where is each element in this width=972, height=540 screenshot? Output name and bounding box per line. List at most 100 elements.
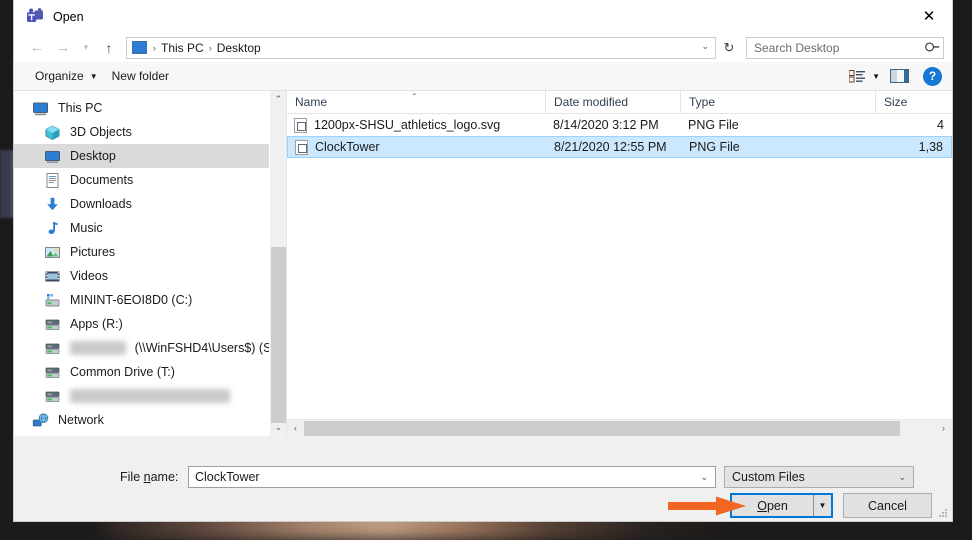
network-drive-icon [44,316,61,333]
horizontal-scroll-track[interactable] [304,420,935,437]
close-icon[interactable]: ✕ [906,0,952,33]
teams-icon [26,8,44,26]
back-icon[interactable]: ← [24,36,50,60]
column-header-size[interactable]: Size [875,91,952,113]
documents-icon [44,172,61,189]
sidebar-item-desktop[interactable]: Desktop [14,144,286,168]
sidebar-label: This PC [58,101,102,115]
pictures-icon [44,244,61,261]
column-header-date-modified[interactable]: Date modified [545,91,680,113]
footer-button-row: Open ▼ Cancel [0,493,972,518]
open-file-dialog: Open ✕ ← → ▾ ↑ › This PC › Desktop ⌄ ↻ S… [13,0,953,522]
search-input[interactable]: Search Desktop [754,41,926,55]
sidebar-item-user-share-s[interactable]: username (\\WinFSHD4\Users$) (S:) [14,336,286,360]
column-label-size: Size [884,95,907,109]
dialog-body: This PC 3D Objects Desktop Documents [14,91,952,436]
sidebar-item-videos[interactable]: Videos [14,264,286,288]
recent-locations-chevron-down-icon[interactable]: ▾ [76,36,96,60]
search-box[interactable]: Search Desktop [746,37,944,59]
address-bar[interactable]: › This PC › Desktop ⌄ [126,37,716,59]
3d-objects-icon [44,124,61,141]
cancel-button[interactable]: Cancel [843,493,932,518]
downloads-icon [44,196,61,213]
file-type-dropdown[interactable]: Custom Files ⌄ [724,466,914,488]
file-size-cell: 4 [875,118,952,132]
horizontal-scrollbar-thumb[interactable] [304,421,900,436]
file-list-horizontal-scrollbar[interactable]: ‹ › [287,419,952,436]
sidebar-label: Network [58,413,104,427]
column-label-type: Type [689,95,715,109]
refresh-icon[interactable]: ↻ [718,37,740,59]
sidebar-item-redacted-drive[interactable]: Redacted Network Drive (U:) [14,384,286,408]
sidebar-item-downloads[interactable]: Downloads [14,192,286,216]
command-bar: Organize ▼ New folder ▼ ? [14,62,952,91]
this-pc-icon [32,100,49,117]
open-split-chevron-down-icon[interactable]: ▼ [814,495,831,516]
column-header-row: Name ⌃ Date modified Type Size [287,91,952,114]
sidebar-label: MININT-6EOI8D0 (C:) [70,293,192,307]
table-row[interactable]: ClockTower 8/21/2020 12:55 PM PNG File 1… [287,136,952,158]
navigation-bar: ← → ▾ ↑ › This PC › Desktop ⌄ ↻ Search D… [14,33,952,62]
sidebar-label: Desktop [70,149,116,163]
organize-button[interactable]: Organize ▼ [28,65,105,87]
file-rows: 1200px-SHSU_athletics_logo.svg 8/14/2020… [287,114,952,419]
file-list-pane: Name ⌃ Date modified Type Size 1200px [286,91,952,436]
scroll-up-icon[interactable]: ⌃ [270,91,286,108]
sidebar-label: Documents [70,173,133,187]
sort-ascending-icon: ⌃ [411,92,418,101]
file-name-input[interactable]: ClockTower ⌄ [188,466,716,488]
file-name-chevron-down-icon[interactable]: ⌄ [700,472,711,483]
scroll-left-icon[interactable]: ‹ [287,420,304,437]
sidebar-vertical-scrollbar[interactable]: ⌃ ⌄ [269,91,286,436]
column-label-name: Name [295,95,327,109]
sidebar-label: Apps (R:) [70,317,123,331]
sidebar-item-apps-r[interactable]: Apps (R:) [14,312,286,336]
chevron-down-icon: ▼ [90,72,98,81]
sidebar-label: (\\WinFSHD4\Users$) (S:) [135,341,279,355]
footer-field-row: ClockTower ⌄ Custom Files ⌄ [0,466,972,488]
column-label-date: Date modified [554,95,628,109]
address-chevron-down-icon[interactable]: ⌄ [701,41,709,52]
column-header-name[interactable]: Name ⌃ [287,91,545,113]
sidebar-item-documents[interactable]: Documents [14,168,286,192]
breadcrumb-desktop[interactable]: Desktop [215,41,263,55]
sidebar-scrollbar-thumb[interactable] [271,247,286,423]
sidebar-item-network[interactable]: Network [14,408,286,432]
forward-icon[interactable]: → [50,36,76,60]
preview-pane-button[interactable] [885,66,914,86]
file-name-cell: ClockTower [288,140,546,155]
sidebar-label: 3D Objects [70,125,132,139]
table-row[interactable]: 1200px-SHSU_athletics_logo.svg 8/14/2020… [287,114,952,136]
change-view-button[interactable]: ▼ [844,67,885,86]
scroll-right-icon[interactable]: › [935,420,952,437]
help-icon[interactable]: ? [923,67,942,86]
local-disk-icon [44,292,61,309]
file-name-label: ClockTower [315,140,380,154]
column-header-type[interactable]: Type [680,91,875,113]
network-drive-icon [44,340,61,357]
new-folder-label: New folder [112,69,169,83]
title-bar[interactable]: Open ✕ [14,0,952,33]
sidebar-item-3d-objects[interactable]: 3D Objects [14,120,286,144]
file-name-cell: 1200px-SHSU_athletics_logo.svg [287,118,545,133]
file-date-cell: 8/21/2020 12:55 PM [546,140,681,154]
network-drive-icon [44,388,61,405]
sidebar-label: Videos [70,269,108,283]
sidebar-item-this-pc[interactable]: This PC [14,96,286,120]
desktop-icon [44,148,61,165]
sidebar-item-music[interactable]: Music [14,216,286,240]
up-arrow-icon[interactable]: ↑ [96,36,122,60]
sidebar-item-common-drive-t[interactable]: Common Drive (T:) [14,360,286,384]
breadcrumb-separator: › [206,43,215,53]
scroll-down-icon[interactable]: ⌄ [270,419,286,436]
sidebar-item-local-disk-c[interactable]: MININT-6EOI8D0 (C:) [14,288,286,312]
organize-label: Organize [35,69,84,83]
new-folder-button[interactable]: New folder [105,65,176,87]
sidebar-label: Common Drive (T:) [70,365,175,379]
sidebar-label: Music [70,221,103,235]
breadcrumb-this-pc[interactable]: This PC [159,41,206,55]
window-title: Open [53,10,84,24]
file-type-chevron-down-icon[interactable]: ⌄ [898,472,909,483]
sidebar-item-pictures[interactable]: Pictures [14,240,286,264]
file-type-value: Custom Files [732,470,898,484]
